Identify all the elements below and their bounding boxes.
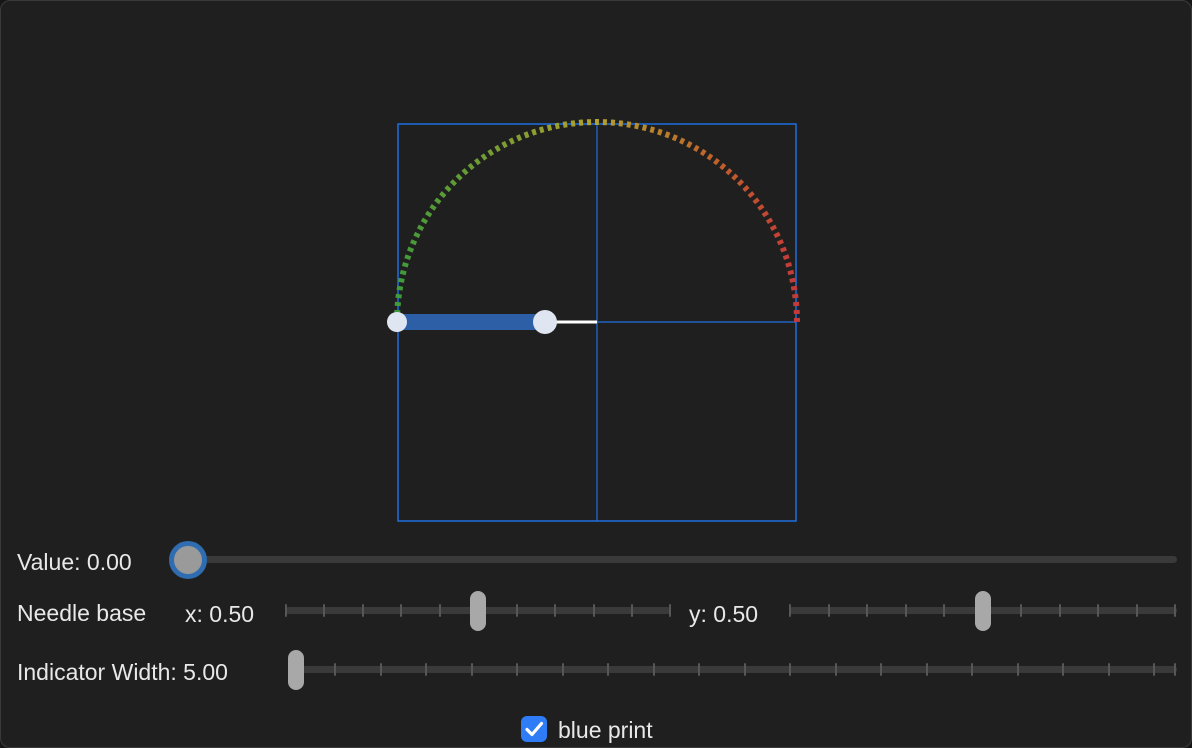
tick [593, 604, 595, 617]
tick [1108, 663, 1110, 676]
needle-base-label: Needle base [17, 600, 147, 626]
tick [516, 663, 518, 676]
gauge-canvas [387, 119, 800, 522]
tick [425, 663, 427, 676]
tick [1059, 604, 1061, 617]
tick [926, 663, 928, 676]
tick [1020, 604, 1022, 617]
value-label: Value: 0.00 [17, 549, 132, 575]
tick [323, 604, 325, 617]
blue-print-checkbox[interactable] [521, 716, 547, 742]
tick [285, 604, 287, 617]
tick [554, 604, 556, 617]
tick [789, 604, 791, 617]
value-slider-thumb[interactable] [169, 541, 207, 579]
tick [516, 604, 518, 617]
tick [1136, 604, 1138, 617]
blue-print-label[interactable]: blue print [558, 717, 653, 743]
tick [789, 663, 791, 676]
needle-base-x-label: x: 0.50 [185, 601, 255, 627]
indicator-width-slider-thumb[interactable] [288, 650, 304, 690]
tick [653, 663, 655, 676]
needle-handle[interactable] [533, 310, 557, 334]
tick [400, 604, 402, 617]
tick [905, 604, 907, 617]
app-window: Value: 0.00 Needle base x: 0.50 y: 0.50 … [0, 0, 1192, 748]
tick [1062, 663, 1064, 676]
tick [669, 604, 671, 617]
tick [362, 604, 364, 617]
tick [607, 663, 609, 676]
tick [828, 604, 830, 617]
tick [471, 663, 473, 676]
checkmark-icon [525, 721, 544, 737]
tick [334, 663, 336, 676]
tick [1153, 663, 1155, 676]
tick [1174, 663, 1176, 676]
tick [1174, 604, 1176, 617]
tick [971, 663, 973, 676]
tick [866, 604, 868, 617]
tick [943, 604, 945, 617]
tick [880, 663, 882, 676]
tick [744, 663, 746, 676]
needle-base-y-slider-thumb[interactable] [975, 591, 991, 631]
tick [562, 663, 564, 676]
tick [380, 663, 382, 676]
indicator-width-slider-track[interactable] [289, 666, 1177, 673]
tick [439, 604, 441, 617]
needle-base-x-slider-thumb[interactable] [470, 591, 486, 631]
tick [1017, 663, 1019, 676]
tick [631, 604, 633, 617]
tick [1097, 604, 1099, 617]
tick [698, 663, 700, 676]
value-slider-track[interactable] [181, 556, 1177, 563]
needle-base-y-label: y: 0.50 [689, 601, 759, 627]
indicator-width-label: Indicator Width: 5.00 [17, 659, 228, 685]
arc-start-handle[interactable] [387, 312, 407, 332]
tick [835, 663, 837, 676]
value-indicator-bar [397, 314, 545, 330]
